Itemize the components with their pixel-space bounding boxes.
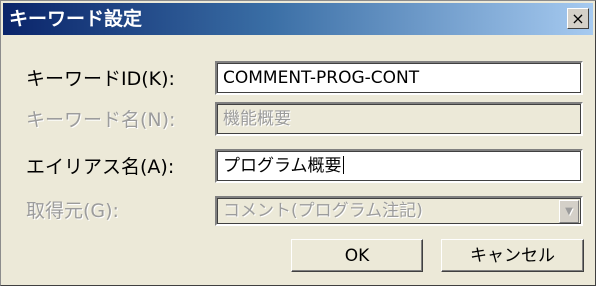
dialog-title: キーワード設定	[9, 8, 143, 30]
ok-button[interactable]: OK	[291, 239, 423, 272]
cancel-button[interactable]: キャンセル	[441, 239, 584, 272]
keyword-id-value: COMMENT-PROG-CONT	[223, 68, 420, 88]
alias-name-value: プログラム概要	[223, 156, 342, 176]
keyword-name-label: キーワード名(N):	[26, 109, 176, 131]
alias-name-label: エイリアス名(A):	[26, 156, 175, 178]
close-icon: ×	[571, 8, 585, 28]
source-select: コメント(プログラム注記) ▼	[215, 196, 583, 226]
keyword-id-input[interactable]: COMMENT-PROG-CONT	[215, 61, 583, 95]
close-button[interactable]: ×	[567, 8, 589, 29]
dropdown-button: ▼	[559, 200, 579, 223]
text-caret	[342, 156, 344, 174]
chevron-down-icon: ▼	[565, 205, 573, 217]
keyword-name-value: 機能概要	[223, 109, 291, 129]
keyword-settings-dialog: キーワード設定 × キーワードID(K): COMMENT-PROG-CONT …	[0, 0, 596, 286]
keyword-name-input: 機能概要	[215, 102, 583, 136]
source-selected-value: コメント(プログラム注記)	[223, 201, 423, 221]
source-label: 取得元(G):	[26, 200, 119, 222]
keyword-id-label: キーワードID(K):	[26, 68, 175, 90]
title-bar[interactable]: キーワード設定 ×	[3, 3, 593, 35]
alias-name-input[interactable]: プログラム概要	[215, 149, 583, 183]
